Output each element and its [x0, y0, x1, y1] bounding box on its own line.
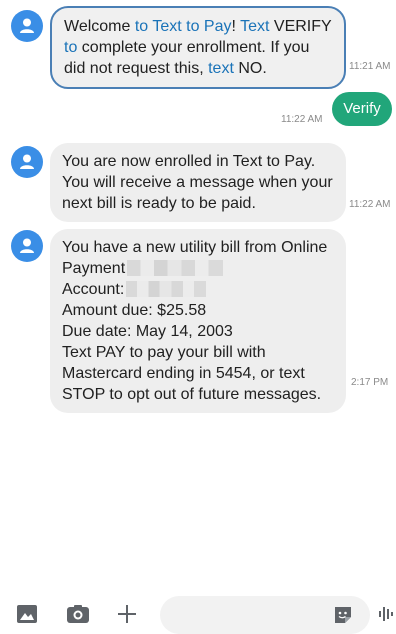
- image-icon[interactable]: [16, 604, 38, 624]
- contact-avatar[interactable]: [11, 10, 43, 42]
- message-text: NO.: [233, 60, 267, 77]
- message-line: Text PAY to pay your bill with Mastercar…: [62, 344, 322, 403]
- message-line: Payment: [62, 260, 126, 277]
- message-text: VERIFY: [269, 18, 332, 35]
- message-link[interactable]: to: [64, 39, 77, 56]
- message-text: !: [231, 18, 241, 35]
- compose-bar: [0, 596, 396, 634]
- voice-icon[interactable]: [378, 604, 394, 624]
- message-link[interactable]: to Text to Pay: [135, 18, 232, 35]
- redacted-block: [126, 281, 207, 297]
- message-timestamp: 11:22 AM: [281, 114, 323, 125]
- message-text: complete your enrollment. If you did not…: [64, 39, 310, 77]
- message-text: Welcome: [64, 18, 135, 35]
- message-bubble-welcome[interactable]: Welcome to Text to Pay! Text VERIFY to c…: [50, 6, 346, 89]
- contact-avatar[interactable]: [11, 146, 43, 178]
- message-text: You are now enrolled in Text to Pay. You…: [62, 153, 333, 212]
- redacted-block: [127, 260, 224, 276]
- message-line: You have a new utility bill from Online: [62, 239, 328, 256]
- outgoing-message-bubble[interactable]: Verify: [332, 92, 392, 126]
- message-timestamp: 2:17 PM: [351, 377, 389, 388]
- contact-avatar[interactable]: [11, 230, 43, 262]
- message-timestamp: 11:21 AM: [349, 61, 391, 72]
- plus-icon[interactable]: [117, 604, 137, 624]
- message-link[interactable]: Text: [240, 18, 269, 35]
- message-input[interactable]: [160, 596, 370, 634]
- message-bubble-bill[interactable]: You have a new utility bill from Online …: [50, 229, 346, 413]
- amount-due-line: Amount due: $25.58: [62, 302, 207, 319]
- person-icon: [20, 238, 34, 253]
- message-line: Account:: [62, 281, 125, 298]
- camera-icon[interactable]: [66, 604, 90, 624]
- due-date-line: Due date: May 14, 2003: [62, 323, 233, 340]
- person-icon: [20, 154, 34, 169]
- message-timestamp: 11:22 AM: [349, 199, 391, 210]
- message-link[interactable]: text: [208, 60, 234, 77]
- message-bubble-enrolled[interactable]: You are now enrolled in Text to Pay. You…: [50, 143, 346, 222]
- person-icon: [20, 18, 34, 33]
- sticker-icon[interactable]: [333, 605, 353, 625]
